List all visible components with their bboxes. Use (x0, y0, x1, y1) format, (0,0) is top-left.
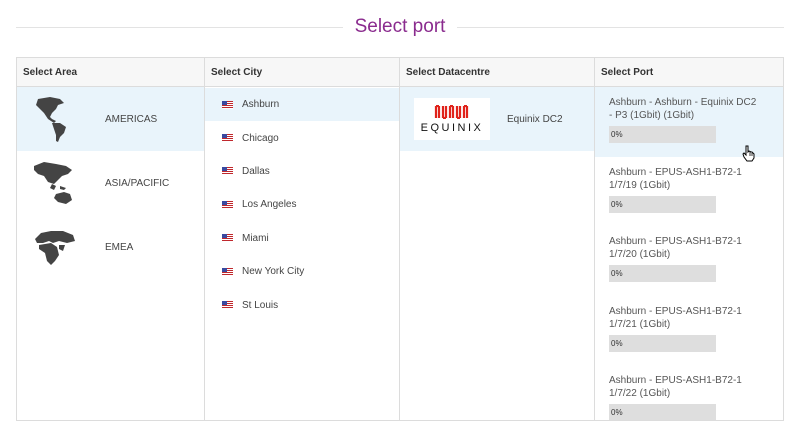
datacentre-item-equinix-dc2[interactable]: EQUINIX Equinix DC2 (400, 87, 594, 151)
city-column-header: Select City (205, 58, 399, 87)
city-label: Chicago (242, 132, 279, 144)
area-item-emea[interactable]: EMEA (17, 215, 204, 279)
us-flag-icon (222, 267, 233, 276)
datacentre-name: Equinix DC2 (507, 113, 563, 125)
port-usage-bar: 0% (609, 265, 716, 283)
us-flag-icon (222, 100, 233, 109)
port-item[interactable]: Ashburn - EPUS-ASH1-B72-1 1/7/21 (1Gbit)… (595, 296, 783, 366)
port-item[interactable]: Ashburn - EPUS-ASH1-B72-1 1/7/22 (1Gbit)… (595, 365, 783, 420)
emea-map-icon (31, 222, 77, 272)
port-name: Ashburn - EPUS-ASH1-B72-1 1/7/19 (1Gbit) (609, 166, 742, 191)
city-item-dallas[interactable]: Dallas (205, 155, 399, 188)
port-usage-bar: 0% (609, 334, 716, 352)
area-column-header: Select Area (17, 58, 204, 87)
port-name: Ashburn - EPUS-ASH1-B72-1 1/7/22 (1Gbit) (609, 375, 742, 400)
city-label: St Louis (242, 299, 279, 311)
port-name: Ashburn - EPUS-ASH1-B72-1 1/7/21 (1Gbit) (609, 305, 742, 330)
city-item-chicago[interactable]: Chicago (205, 121, 399, 154)
asia-pacific-map-icon (31, 158, 77, 208)
port-usage-bar: 0% (609, 126, 716, 143)
port-usage-bar: 0% (609, 195, 716, 213)
equinix-logo-text: EQUINIX (420, 121, 484, 134)
us-flag-icon (222, 301, 233, 310)
datacentre-column-header: Select Datacentre (400, 58, 594, 87)
city-label: Los Angeles (242, 199, 297, 211)
page-title: Select port (354, 16, 446, 37)
title-divider-left (16, 26, 343, 28)
city-column: Select City Ashburn Chicago Dallas Los A… (205, 58, 400, 420)
area-column: Select Area AMERICAS ASIA/PACIFIC EMEA (17, 58, 205, 420)
datacentre-column: Select Datacentre EQUINIX Equinix DC2 (400, 58, 595, 420)
city-item-ashburn[interactable]: Ashburn (205, 88, 399, 122)
title-row: Select port (16, 10, 785, 44)
port-usage-bar: 0% (609, 404, 716, 420)
area-item-asia-pacific[interactable]: ASIA/PACIFIC (17, 151, 204, 215)
city-item-los-angeles[interactable]: Los Angeles (205, 188, 399, 221)
area-label: ASIA/PACIFIC (105, 177, 170, 189)
area-item-americas[interactable]: AMERICAS (17, 87, 204, 151)
port-name: Ashburn - EPUS-ASH1-B72-1 1/7/20 (1Gbit) (609, 236, 742, 261)
port-column: Select Port Ashburn - Ashburn - Equinix … (595, 58, 783, 420)
city-list: Ashburn Chicago Dallas Los Angeles Miami… (205, 87, 399, 322)
city-item-st-louis[interactable]: St Louis (205, 288, 399, 321)
port-name: Ashburn - Ashburn - Equinix DC2 - P3 (1G… (609, 97, 757, 121)
area-label: EMEA (105, 241, 134, 253)
us-flag-icon (222, 134, 233, 143)
us-flag-icon (222, 167, 233, 176)
area-label: AMERICAS (105, 113, 158, 125)
equinix-logo-icon (434, 104, 469, 119)
port-item[interactable]: Ashburn - Ashburn - Equinix DC2 - P3 (1G… (595, 87, 783, 162)
city-item-new-york-city[interactable]: New York City (205, 255, 399, 288)
title-divider-right (457, 26, 785, 28)
city-label: Ashburn (242, 99, 280, 111)
city-label: Miami (242, 232, 269, 244)
equinix-logo: EQUINIX (414, 98, 490, 140)
port-selector-panel: Select Area AMERICAS ASIA/PACIFIC EMEA S… (16, 57, 784, 421)
us-flag-icon (222, 200, 233, 209)
americas-map-icon (31, 94, 77, 144)
city-item-miami[interactable]: Miami (205, 222, 399, 255)
city-label: Dallas (242, 165, 270, 177)
port-column-header: Select Port (595, 58, 783, 87)
port-item[interactable]: Ashburn - EPUS-ASH1-B72-1 1/7/19 (1Gbit)… (595, 157, 783, 227)
us-flag-icon (222, 234, 233, 243)
port-item[interactable]: Ashburn - EPUS-ASH1-B72-1 1/7/20 (1Gbit)… (595, 226, 783, 296)
city-label: New York City (242, 266, 305, 278)
